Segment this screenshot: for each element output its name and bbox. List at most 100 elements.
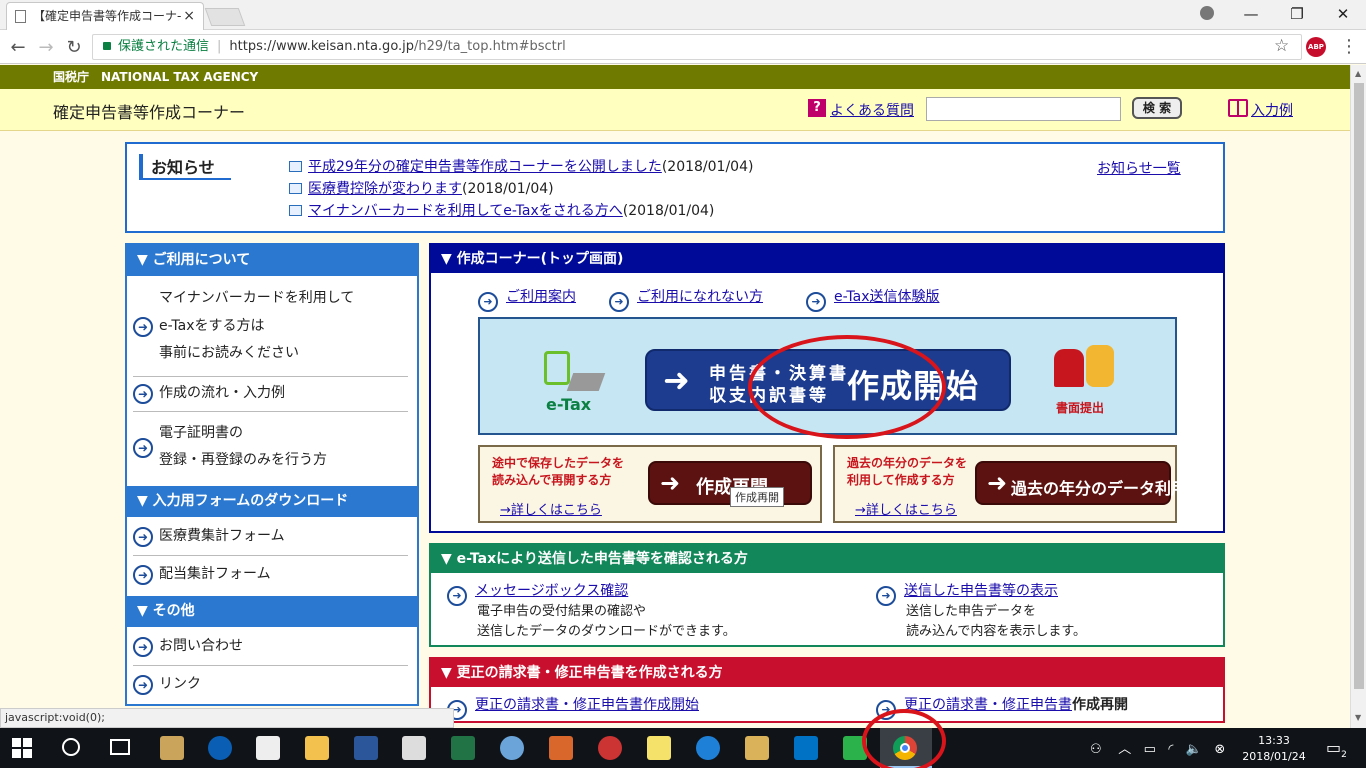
news-date: (2018/01/04)	[661, 159, 754, 175]
page-scrollbar[interactable]: ▲ ▼	[1350, 65, 1366, 728]
question-icon[interactable]: ?	[808, 99, 826, 117]
arrow-circle-icon: ➜	[133, 384, 153, 404]
news-box: お知らせ 平成29年分の確定申告書等作成コーナーを公開しました(2018/01/…	[125, 142, 1225, 233]
correction-start-item[interactable]: ➜ 更正の請求書・修正申告書作成開始	[447, 694, 699, 720]
word-icon[interactable]	[354, 736, 378, 760]
outlook-icon[interactable]	[794, 736, 818, 760]
calculator-icon[interactable]	[745, 736, 769, 760]
sidebar-item-mynumber[interactable]: ➜ マイナンバーカードを利用して e-Taxをする方は 事前にお読みください	[127, 285, 417, 369]
people-icon[interactable]: ⚇	[1090, 742, 1102, 757]
divider	[133, 555, 408, 556]
input-example-link[interactable]: 入力例	[1251, 100, 1293, 120]
arrow-circle-icon: ➜	[133, 637, 153, 657]
unavailable-link[interactable]: ご利用になれない方	[637, 289, 763, 305]
message-box-link[interactable]: メッセージボックス確認	[475, 583, 628, 599]
excel-icon[interactable]	[451, 736, 475, 760]
sidebar-item-label: マイナンバーカードを利用して	[159, 290, 355, 306]
bookmark-star-icon[interactable]: ☆	[1274, 36, 1289, 56]
tab-close-icon[interactable]: ×	[183, 3, 195, 29]
sidebar-item-dividend-form[interactable]: ➜ 配当集計フォーム	[127, 561, 417, 589]
create-corner-panel: ▼ 作成コーナー(トップ画面) ➜ ご利用案内 ➜ ご利用になれない方 ➜ e-Tax…	[429, 243, 1225, 533]
store-icon[interactable]	[402, 736, 426, 760]
art-icon[interactable]	[598, 736, 622, 760]
sidebar-item-medical-form[interactable]: ➜ 医療費集計フォーム	[127, 523, 417, 551]
site-search-input[interactable]	[926, 97, 1121, 121]
file-manager-icon[interactable]	[160, 736, 184, 760]
resume-description: 途中で保存したデータを 読み込んで再開する方	[492, 455, 624, 489]
sidebar-item-flow[interactable]: ➜ 作成の流れ・入力例	[127, 380, 417, 408]
sidebar-heading-download[interactable]: ▼ 入力用フォームのダウンロード	[127, 486, 417, 517]
sidebar-heading-usage[interactable]: ▼ ご利用について	[127, 245, 417, 276]
sidebar-heading-other[interactable]: ▼ その他	[127, 596, 417, 627]
windows-start-icon[interactable]	[12, 738, 32, 758]
arrow-right-icon: ➜	[663, 361, 690, 399]
system-tray: ⚇ ︿ ▭ ◜ 🔈 ⊗	[1090, 738, 1225, 757]
toolbox-icon[interactable]	[549, 736, 573, 760]
resume-details-link[interactable]: →詳しくはこちら	[500, 499, 602, 518]
chevron-up-icon[interactable]: ︿	[1118, 742, 1131, 757]
paint-icon[interactable]	[500, 736, 524, 760]
site-title: 確定申告書等作成コーナー	[53, 103, 246, 122]
internet-explorer-icon[interactable]	[696, 736, 720, 760]
unavailable-link-item[interactable]: ➜ ご利用になれない方	[609, 286, 763, 312]
scroll-thumb[interactable]	[1354, 83, 1364, 689]
book-icon[interactable]	[1228, 99, 1248, 117]
scroll-down-icon[interactable]: ▼	[1355, 713, 1361, 722]
news-link[interactable]: 平成29年分の確定申告書等作成コーナーを公開しました	[308, 159, 662, 175]
past-data-button[interactable]: ➜ 過去の年分のデータ利用	[975, 461, 1187, 505]
guide-link[interactable]: ご利用案内	[506, 289, 576, 305]
arrow-circle-icon: ➜	[806, 292, 826, 312]
divider	[133, 376, 408, 377]
battery-icon[interactable]: ▭	[1144, 742, 1156, 757]
new-tab-button[interactable]	[204, 8, 246, 26]
paper-submission-logo: 書面提出	[1050, 345, 1126, 417]
sent-docs-link[interactable]: 送信した申告書等の表示	[904, 583, 1058, 599]
sidebar-item-links[interactable]: ➜ リンク	[127, 671, 417, 699]
correction-resume-bold[interactable]: 作成再開	[1072, 697, 1128, 713]
account-icon[interactable]	[1200, 6, 1214, 20]
no-input-icon[interactable]: ⊗	[1214, 742, 1225, 757]
guide-link-item[interactable]: ➜ ご利用案内	[478, 286, 576, 312]
sidebar-item-contact[interactable]: ➜ お問い合わせ	[127, 633, 417, 661]
mail-icon[interactable]	[256, 736, 280, 760]
news-link[interactable]: マイナンバーカードを利用してe-Taxをされる方へ	[308, 203, 623, 219]
notification-icon[interactable]: ▭2	[1326, 738, 1347, 760]
edge-icon[interactable]	[208, 736, 232, 760]
correction-resume-link[interactable]: 更正の請求書・修正申告書	[904, 697, 1072, 713]
resume-desc-line: 読み込んで再開する方	[492, 473, 612, 487]
restore-button[interactable]: ❐	[1274, 0, 1320, 30]
sidebar-item-certificate[interactable]: ➜ 電子証明書の 登録・再登録のみを行う方	[127, 420, 417, 476]
cortana-search-icon[interactable]	[62, 738, 80, 756]
past-description: 過去の年分のデータを 利用して作成する方	[847, 455, 967, 489]
news-link[interactable]: 医療費控除が変わります	[308, 181, 462, 197]
news-all-link[interactable]: お知らせ一覧	[1097, 158, 1181, 178]
adblock-icon[interactable]: ABP	[1306, 37, 1326, 57]
correction-start-link[interactable]: 更正の請求書・修正申告書作成開始	[475, 697, 699, 713]
close-window-button[interactable]: ✕	[1320, 0, 1366, 30]
search-button[interactable]: 検 索	[1132, 97, 1182, 119]
news-date: (2018/01/04)	[462, 181, 554, 197]
arrow-right-icon: ➜	[987, 469, 1008, 497]
agency-bar: 国税庁 NATIONAL TAX AGENCY	[0, 65, 1350, 89]
explorer-icon[interactable]	[305, 736, 329, 760]
etax-confirm-panel: ▼ e-Taxにより送信した申告書等を確認される方 ➜ メッセージボックス確認 電…	[429, 543, 1225, 647]
sticky-notes-icon[interactable]	[647, 736, 671, 760]
trial-link[interactable]: e-Tax送信体験版	[834, 289, 939, 305]
trial-link-item[interactable]: ➜ e-Tax送信体験版	[806, 286, 939, 312]
task-view-icon[interactable]	[110, 739, 130, 755]
faq-link[interactable]: よくある質問	[830, 100, 914, 120]
omnibox[interactable]: 保護された通信 | https://www.keisan.nta.go.jp/h29…	[92, 34, 1302, 60]
arrow-circle-icon: ➜	[133, 438, 153, 458]
scroll-up-icon[interactable]: ▲	[1355, 69, 1361, 78]
minimize-button[interactable]: —	[1228, 0, 1274, 30]
reload-icon[interactable]: ↻	[62, 37, 86, 58]
past-details-link[interactable]: →詳しくはこちら	[855, 499, 957, 518]
browser-menu-icon[interactable]: ⋮	[1340, 36, 1358, 57]
back-icon[interactable]: ←	[6, 37, 30, 58]
forward-icon[interactable]: →	[34, 37, 58, 58]
wifi-icon[interactable]: ◜	[1168, 742, 1173, 757]
browser-tab[interactable]: 【確定申告書等作成コーナ- ×	[6, 2, 204, 30]
clock[interactable]: 13:33 2018/01/24	[1240, 733, 1308, 765]
volume-icon[interactable]: 🔈	[1186, 742, 1202, 757]
window-icon	[289, 205, 302, 216]
